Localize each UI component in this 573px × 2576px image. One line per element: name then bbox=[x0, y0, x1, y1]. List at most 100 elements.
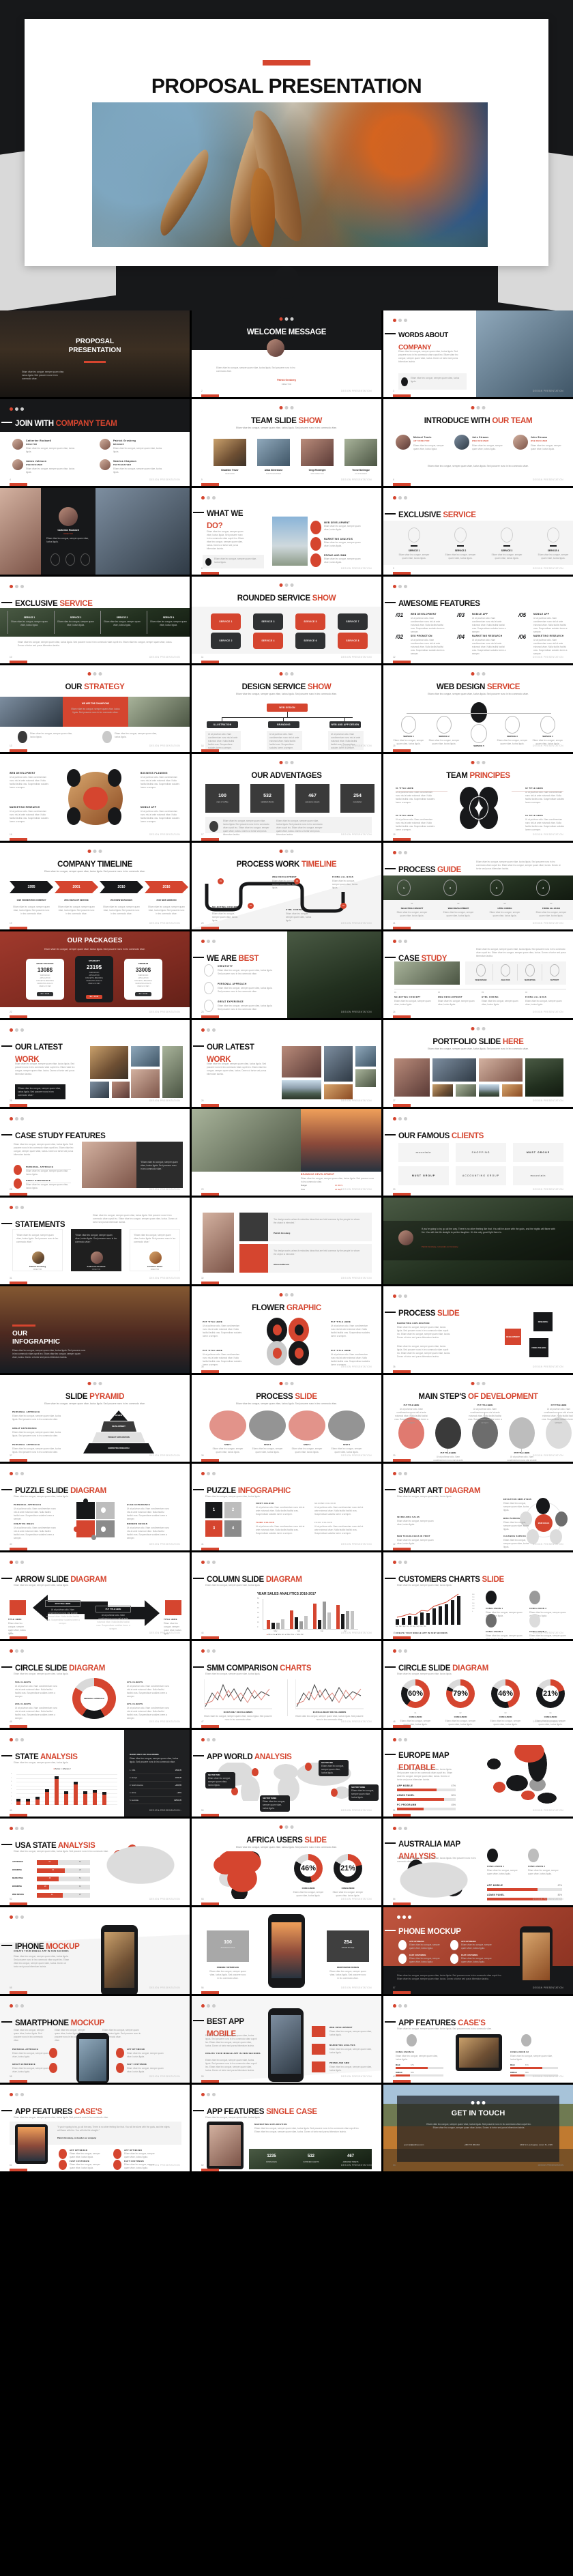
slide-thumbnail[interactable]: JOIN WITH COMPANY TEAM Catherine Rockwel… bbox=[0, 399, 190, 486]
slide-thumbnail[interactable]: COMPANY TIMELINE Etiam vitae leo congue, … bbox=[0, 843, 190, 929]
contact-item[interactable]: yourmail@address.com bbox=[404, 2143, 424, 2146]
body-text: Etiam vitae leo congue, semper quam vita… bbox=[12, 1431, 61, 1437]
slide-number: 16 bbox=[10, 833, 12, 836]
slide-thumbnail[interactable]: 100 download for hour FRIENDLY INTERFACE… bbox=[192, 1907, 381, 1994]
slide-thumbnail[interactable]: WEB DEVELOPMENT Ut at pulvinar odio. Nam … bbox=[0, 754, 190, 841]
slide-thumbnail[interactable]: PROCESS SLIDE Etiam vitae leo congue, sem… bbox=[192, 1375, 381, 1462]
x-tick: Jun bbox=[320, 1630, 324, 1632]
slide-thumbnail[interactable]: APP FEATURES CASE'S Etiam vitae leo congu… bbox=[0, 2085, 190, 2171]
slide-thumbnail[interactable]: OUR PACKAGES Etiam vitae leo congue, sem… bbox=[0, 931, 190, 1018]
slide-thumbnail[interactable]: SMM COMPARISON CHARTS Etiam vitae leo con… bbox=[192, 1641, 381, 1728]
service-tile[interactable]: SERVICE 4 bbox=[253, 633, 283, 649]
slide-thumbnail[interactable]: WEB DESIGN SERVICE Etiam vitae leo congue… bbox=[383, 665, 573, 752]
slide-thumbnail[interactable]: PUZZLE SLIDE DIAGRAM Etiam vitae leo cong… bbox=[0, 1464, 190, 1550]
body-text: Ut at pulvinar odio. Nam condimentum nun… bbox=[203, 1353, 242, 1366]
slide-thumbnail[interactable]: BEST APP MOBILE Etiam vitae leo congue, s… bbox=[192, 1996, 381, 2083]
slide-thumbnail[interactable]: AFRICA USERS SLIDE Etiam vitae leo congue… bbox=[192, 1819, 381, 1905]
slide-thumbnail[interactable]: APP FEATURES CASE'S Etiam vitae leo congu… bbox=[383, 1996, 573, 2083]
slide-thumbnail[interactable]: APP FEATURES SINGLE CASE Etiam vitae leo … bbox=[192, 2085, 381, 2171]
service-tile[interactable]: SERVICE 3 bbox=[253, 613, 283, 630]
slide-thumbnail[interactable]: ROUNDED SERVICE SHOW SERVICE 1 SERVICE 3 S… bbox=[192, 577, 381, 663]
slide-thumbnail[interactable]: Catherine Rockwell DIRECTOR Etiam vitae … bbox=[0, 488, 190, 575]
slide-thumbnail[interactable]: "No design works unless it embodies idea… bbox=[192, 1198, 381, 1284]
slide-thumbnail[interactable]: If you're going to try, go all the way. … bbox=[383, 1198, 573, 1284]
slide-thumbnail[interactable]: SLIDE PYRAMID Etiam vitae leo congue, sem… bbox=[0, 1375, 190, 1462]
contact-item[interactable]: 2402 St. Los Angeles, Lorem St., 2345 bbox=[520, 2143, 553, 2146]
slide-thumbnail[interactable]: WHAT WE DO? Etiam vitae leo congue, sempe… bbox=[192, 488, 381, 575]
slide-thumbnail[interactable]: STATE ANALYSIS Etiam vitae leo congue, se… bbox=[0, 1730, 190, 1817]
slide-thumbnail[interactable]: PUZZLE INFOGRAPHIC Etiam vitae leo congue… bbox=[192, 1464, 381, 1550]
slide-title: PROCESS SLIDE bbox=[384, 1307, 460, 1319]
slide-thumbnail[interactable]: DESIGN SERVICE SHOW Etiam vitae leo congu… bbox=[192, 665, 381, 752]
slide-thumbnail[interactable]: USA STATE ANALYSIS Etiam vitae leo congue… bbox=[0, 1819, 190, 1905]
slide-thumbnail[interactable]: GET IN TOUCH Etiam vitae leo congue, sem… bbox=[383, 2085, 573, 2171]
map-marker[interactable] bbox=[305, 1763, 312, 1771]
slide-dots bbox=[397, 1915, 411, 1919]
slide-thumbnail[interactable]: PHONE MOCKUP APP OPTIMIZED Etiam vitae le… bbox=[383, 1907, 573, 1994]
pricing-card[interactable]: BASIC PACKAGE 1308$ WEB DESIGN APPLICATIO… bbox=[26, 959, 64, 1000]
slide-thumbnail[interactable]: PROPOSAL PRESENTATION Etiam vitae leo con… bbox=[0, 310, 190, 397]
map-marker[interactable] bbox=[331, 1789, 338, 1797]
slide-thumbnail[interactable]: WORDS ABOUT COMPANY Etiam vitae leo congu… bbox=[383, 310, 573, 397]
slide-thumbnail[interactable]: TEAM SLIDE SHOW Etiam vitae leo congue, s… bbox=[192, 399, 381, 486]
service-tile[interactable]: SERVICE 7 bbox=[338, 613, 368, 630]
slide-thumbnail[interactable]: PROCESS WORK TIMELINE 01 02 03 04 WEB DEVEL… bbox=[192, 843, 381, 929]
body-text: Etiam vitae leo congue, semper quam vita… bbox=[26, 467, 75, 474]
service-tile[interactable]: SERVICE 1 bbox=[211, 613, 241, 630]
slide-thumbnail[interactable]: CUSTOMERS CHARTS SLIDE Etiam vitae leo co… bbox=[383, 1552, 573, 1639]
slide-thumbnail[interactable]: AUSTRALIA MAP ANALYSIS Etiam vitae leo co… bbox=[383, 1819, 573, 1905]
service-tile[interactable]: SERVICE 6 bbox=[295, 633, 325, 649]
chip-button[interactable]: ILLUSTRATION bbox=[207, 721, 238, 728]
chip-button[interactable]: BRANDING bbox=[268, 721, 299, 728]
chip-button[interactable]: WEB DESIGN bbox=[267, 704, 308, 712]
service-tile[interactable]: SERVICE 2 bbox=[211, 633, 241, 649]
slide-number: 54 bbox=[393, 1898, 396, 1900]
buy-button[interactable]: BUY NOW bbox=[37, 992, 53, 996]
slide-thumbnail[interactable]: CASE STUDY FEATURES Etiam vitae leo cong… bbox=[0, 1109, 190, 1196]
slide-thumbnail[interactable]: INTRODUCE WITH OUR TEAM Michael Travis AR… bbox=[383, 399, 573, 486]
contact-item[interactable]: +380 772 382-094 bbox=[464, 2143, 480, 2146]
slide-dots bbox=[279, 317, 294, 321]
slide-thumbnail[interactable]: PORTFOLIO SLIDE HERE Etiam vitae leo cong… bbox=[383, 1020, 573, 1107]
slide-thumbnail[interactable]: FLOWER GRAPHIC PUT TITLE HERE Ut at pulvi… bbox=[192, 1286, 381, 1373]
slide-thumbnail[interactable]: OUR INFOGRAPHIC Etiam vitae leo congue, s… bbox=[0, 1286, 190, 1373]
slide-thumbnail[interactable]: BRANDING DEVELOPMENT Etiam vitae leo con… bbox=[192, 1109, 381, 1196]
buy-button[interactable]: BUY NOW bbox=[86, 995, 102, 999]
pricing-card[interactable]: STANDART 2319$ WEB DESIGN APPLICATION CONC… bbox=[75, 956, 113, 1002]
slide-thumbnail[interactable]: STATEMENTS Etiam vitae leo congue, sempe… bbox=[0, 1198, 190, 1284]
slide-thumbnail[interactable]: WELCOME MESSAGE Etiam vitae leo congue, … bbox=[192, 310, 381, 397]
slide-thumbnail[interactable]: AWESOME FEATURES /01 WEB DEVELOPMENT Ut at… bbox=[383, 577, 573, 663]
buy-button[interactable]: BUY NOW bbox=[135, 992, 151, 996]
slide-thumbnail[interactable]: WE ARE BEST CREATIVITY Etiam vitae leo co… bbox=[192, 931, 381, 1018]
slide-thumbnail[interactable]: EXCLUSIVE SERVICE SERVICE 1 Etiam vitae l… bbox=[0, 577, 190, 663]
slide-footer-bar bbox=[10, 927, 27, 929]
slide-thumbnail[interactable]: CIRCLE SLIDE DIAGRAM Etiam vitae leo cong… bbox=[0, 1641, 190, 1728]
slide-thumbnail[interactable]: EUROPE MAP EDITABLE Etiam vitae leo congu… bbox=[383, 1730, 573, 1817]
service-tile[interactable]: SERVICE 8 bbox=[338, 633, 368, 649]
slide-thumbnail[interactable]: CIRCLE SLIDE DIAGRAM Etiam vitae leo cong… bbox=[383, 1641, 573, 1728]
slide-thumbnail[interactable]: MAIN STEP'S OF DEVELOPMENT PUT TITLE HER… bbox=[383, 1375, 573, 1462]
slide-thumbnail[interactable]: SMART ART DIAGRAM Etiam vitae leo congue,… bbox=[383, 1464, 573, 1550]
slide-thumbnail[interactable]: OUR STRATEGY WE ARE THE CHAMPIONS Etiam … bbox=[0, 665, 190, 752]
slide-thumbnail[interactable]: APP WORLD ANALYSIS SECTOR TWO Etiam vita… bbox=[192, 1730, 381, 1817]
slide-thumbnail[interactable]: COLUMN SLIDE DIAGRAM Etiam vitae leo cong… bbox=[192, 1552, 381, 1639]
slide-thumbnail[interactable]: CASE STUDY Etiam vitae leo congue, sempe… bbox=[383, 931, 573, 1018]
slide-number: 57 bbox=[393, 1986, 396, 1989]
slide-thumbnail[interactable]: EXCLUSIVE SERVICE SERVICE 1 Etiam vitae l… bbox=[383, 488, 573, 575]
slide-thumbnail[interactable]: OUR ADVENTAGES 100 cups of coffee 532 sa… bbox=[192, 754, 381, 841]
map-marker[interactable] bbox=[252, 1768, 259, 1776]
pricing-card[interactable]: PREMIUM 3300$ WEB DESIGN APPLICATION CONCE… bbox=[124, 959, 162, 1000]
chip-button[interactable]: WEB AND APP DESIGN bbox=[329, 721, 361, 728]
service-tile[interactable]: SERVICE 5 bbox=[295, 613, 325, 630]
slide-thumbnail[interactable]: OUR LATEST WORK Etiam vitae leo congue, s… bbox=[192, 1020, 381, 1107]
slide-thumbnail[interactable]: PROCESS SLIDE MARKETING EXPLORATION Etia… bbox=[383, 1286, 573, 1373]
slide-thumbnail[interactable]: ARROW SLIDE DIAGRAM Etiam vitae leo congu… bbox=[0, 1552, 190, 1639]
y-tick: 40 bbox=[257, 1607, 259, 1609]
slide-thumbnail[interactable]: IPHONE MOCKUP CREATE YOUR MOBILE APP IN … bbox=[0, 1907, 190, 1994]
slide-thumbnail[interactable]: TEAM PRINCIPES 01 TITLE HERE Ut at pulvin… bbox=[383, 754, 573, 841]
slide-thumbnail[interactable]: SMARTPHONE MOCKUP Etiam vitae leo congue… bbox=[0, 1996, 190, 2083]
stat-label: awesome tweets bbox=[305, 800, 320, 803]
slide-thumbnail[interactable]: OUR FAMOUS CLIENTS mountain SHOPPING MUST … bbox=[383, 1109, 573, 1196]
slide-thumbnail[interactable]: PROCESS GUIDE Etiam vitae leo congue, se… bbox=[383, 843, 573, 929]
slide-thumbnail[interactable]: OUR LATEST WORK Etiam vitae leo congue, s… bbox=[0, 1020, 190, 1107]
